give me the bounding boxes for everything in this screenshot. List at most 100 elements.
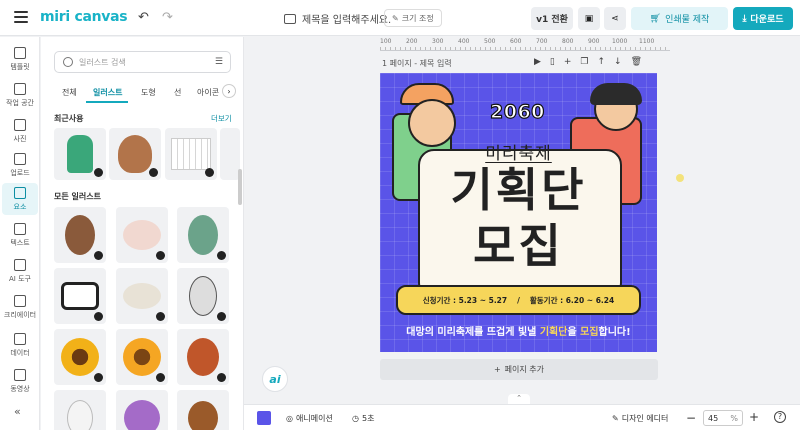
ruler-tick-label: 500	[484, 38, 496, 45]
doc-title-input[interactable]: 제목을 입력해주세요.	[302, 11, 391, 26]
poster-headline-2[interactable]: 모집	[380, 223, 657, 269]
download-button[interactable]: ⤓ 다운로드	[733, 7, 793, 30]
doc-title-area[interactable]: 제목을 입력해주세요.	[284, 11, 391, 26]
chevron-up-icon[interactable]: ⌃	[508, 394, 530, 404]
arrow-up-icon[interactable]: ↑	[598, 57, 606, 67]
illustration-acorn[interactable]	[177, 390, 229, 430]
rail-item-text[interactable]: 텍스트	[2, 219, 38, 251]
redo-icon[interactable]: ↷	[162, 10, 173, 25]
zoom-input[interactable]: 45 %	[703, 410, 743, 426]
ruler-tick-label: 400	[458, 38, 470, 45]
chevron-right-icon[interactable]: ›	[222, 84, 236, 98]
collapse-rail-icon[interactable]: «	[14, 405, 21, 418]
poster-headline-1[interactable]: 기획단	[380, 167, 657, 213]
rail-item-data[interactable]: 데이터	[2, 329, 38, 361]
recent-thumb-calendar[interactable]	[165, 128, 217, 180]
duration-button[interactable]: ◷ 5초	[352, 413, 374, 424]
zoom-out-icon[interactable]: −	[686, 411, 696, 425]
text-icon	[14, 222, 26, 235]
recent-thumb-presenter[interactable]	[54, 128, 106, 180]
page-icon[interactable]: ▯	[550, 57, 555, 67]
illustration-squirrel[interactable]	[177, 329, 229, 385]
logo[interactable]: miri canvas	[40, 9, 128, 25]
tab-illustration[interactable]: 일러스트	[93, 87, 122, 98]
page-label[interactable]: 1 페이지 - 제목 입력	[382, 58, 452, 69]
search-input[interactable]: 일러스트 검색 ☰	[54, 51, 231, 73]
ruler-tick-label: 200	[406, 38, 418, 45]
illustration-sunflower-1[interactable]	[54, 329, 106, 385]
tab-shapes[interactable]: 도형	[141, 87, 156, 98]
rail-item-workspace[interactable]: 작업 공간	[2, 79, 38, 111]
undo-icon[interactable]: ↶	[138, 10, 149, 25]
play-icon[interactable]: ▶	[534, 57, 541, 67]
apply-period: 신청기간 : 5.23 ~ 5.27	[422, 295, 508, 305]
poster-subtitle[interactable]: 미리축제	[380, 139, 657, 164]
rail-item-ai-tools[interactable]: AI 도구	[2, 255, 38, 287]
rail-item-elements[interactable]: 요소	[2, 183, 38, 215]
rail-item-upload[interactable]: 업로드	[2, 149, 38, 181]
illustration-flute-girl[interactable]	[177, 207, 229, 263]
bottom-text-mid: 을	[567, 327, 581, 338]
design-editor-button[interactable]: ✎ 디자인 에디터	[612, 413, 668, 424]
tab-all[interactable]: 전체	[62, 87, 77, 98]
tab-lines[interactable]: 선	[174, 87, 181, 98]
search-placeholder: 일러스트 검색	[79, 57, 126, 67]
rail-item-templates[interactable]: 템플릿	[2, 43, 38, 75]
bottom-highlight-1: 기획단	[539, 327, 568, 338]
print-order-button[interactable]: 🛒︎ 인쇄물 제작	[631, 7, 728, 30]
mouse-cursor	[676, 174, 684, 182]
illustration-sunflower-2[interactable]	[116, 329, 168, 385]
zoom-in-icon[interactable]: +	[749, 410, 759, 424]
illustration-drum[interactable]	[54, 268, 106, 324]
save-icon[interactable]: ▣	[578, 7, 600, 30]
animation-button[interactable]: ◎ 애니메이션	[286, 413, 333, 424]
recent-thumb-partial[interactable]	[220, 128, 240, 180]
resize-label: 크기 조정	[401, 13, 434, 23]
date-bar[interactable]: 신청기간 : 5.23 ~ 5.27 / 활동기간 : 6.20 ~ 6.24	[396, 285, 641, 315]
bottom-text-post: 합니다!	[598, 327, 631, 338]
elements-icon	[14, 186, 26, 199]
ruler-tick-label: 100	[380, 38, 392, 45]
girl-hair	[590, 83, 642, 105]
more-link[interactable]: 더보기	[211, 113, 232, 124]
help-icon[interactable]: ?	[774, 411, 786, 423]
background-color-swatch[interactable]	[257, 411, 271, 425]
illustration-snowman[interactable]	[54, 390, 106, 430]
recent-thumb-girl[interactable]	[109, 128, 161, 180]
panel-scrollbar[interactable]	[238, 169, 242, 205]
share-icon[interactable]: ⋖	[604, 7, 626, 30]
version-toggle-button[interactable]: v1 전환	[531, 7, 573, 30]
add-page-button[interactable]: + 페이지 추가	[380, 359, 658, 380]
illustration-sketch-musician[interactable]	[177, 268, 229, 324]
illustration-cherub[interactable]	[116, 207, 168, 263]
menu-icon[interactable]	[14, 11, 28, 23]
rail-item-creator[interactable]: 크리에이터	[2, 291, 38, 323]
ai-assistant-button[interactable]: ai	[262, 366, 288, 392]
rail-item-video[interactable]: 동영상	[2, 365, 38, 397]
rail-item-photos[interactable]: 사진	[2, 115, 38, 147]
cart-icon: 🛒︎	[649, 13, 662, 24]
plus-icon: +	[493, 365, 501, 374]
tab-icons[interactable]: 아이콘	[197, 87, 219, 98]
design-canvas[interactable]: 2060 미리축제 기획단 모집 신청기간 : 5.23 ~ 5.27 / 활동…	[380, 73, 657, 352]
add-icon[interactable]: +	[564, 57, 572, 67]
illustration-guitar-boy[interactable]	[54, 207, 106, 263]
poster-year[interactable]: 2060	[489, 100, 545, 123]
ruler-tick-label: 700	[536, 38, 548, 45]
folder-icon	[284, 13, 296, 24]
illustration-stork[interactable]	[116, 268, 168, 324]
copy-icon[interactable]: ❐	[580, 57, 588, 67]
panel-tabs: 전체 일러스트 도형 선 아이콘 ›	[41, 81, 243, 103]
zoom-unit: %	[730, 413, 738, 423]
filter-icon[interactable]: ☰	[215, 57, 223, 67]
premium-crown-icon	[94, 168, 103, 177]
workspace-icon	[14, 82, 26, 95]
all-section-title: 모든 일러스트	[54, 192, 101, 201]
ruler-tick-label: 900	[588, 38, 600, 45]
arrow-down-icon[interactable]: ↓	[614, 57, 622, 67]
separator: /	[517, 295, 520, 305]
illustration-purple-flower[interactable]	[116, 390, 168, 430]
poster-bottom-line[interactable]: 대망의 미리축제를 뜨겁게 빛낼 기획단을 모집합니다!	[380, 323, 657, 338]
trash-icon[interactable]: 🗑︎	[631, 57, 642, 67]
resize-button[interactable]: ✎ 크기 조정	[384, 9, 442, 27]
